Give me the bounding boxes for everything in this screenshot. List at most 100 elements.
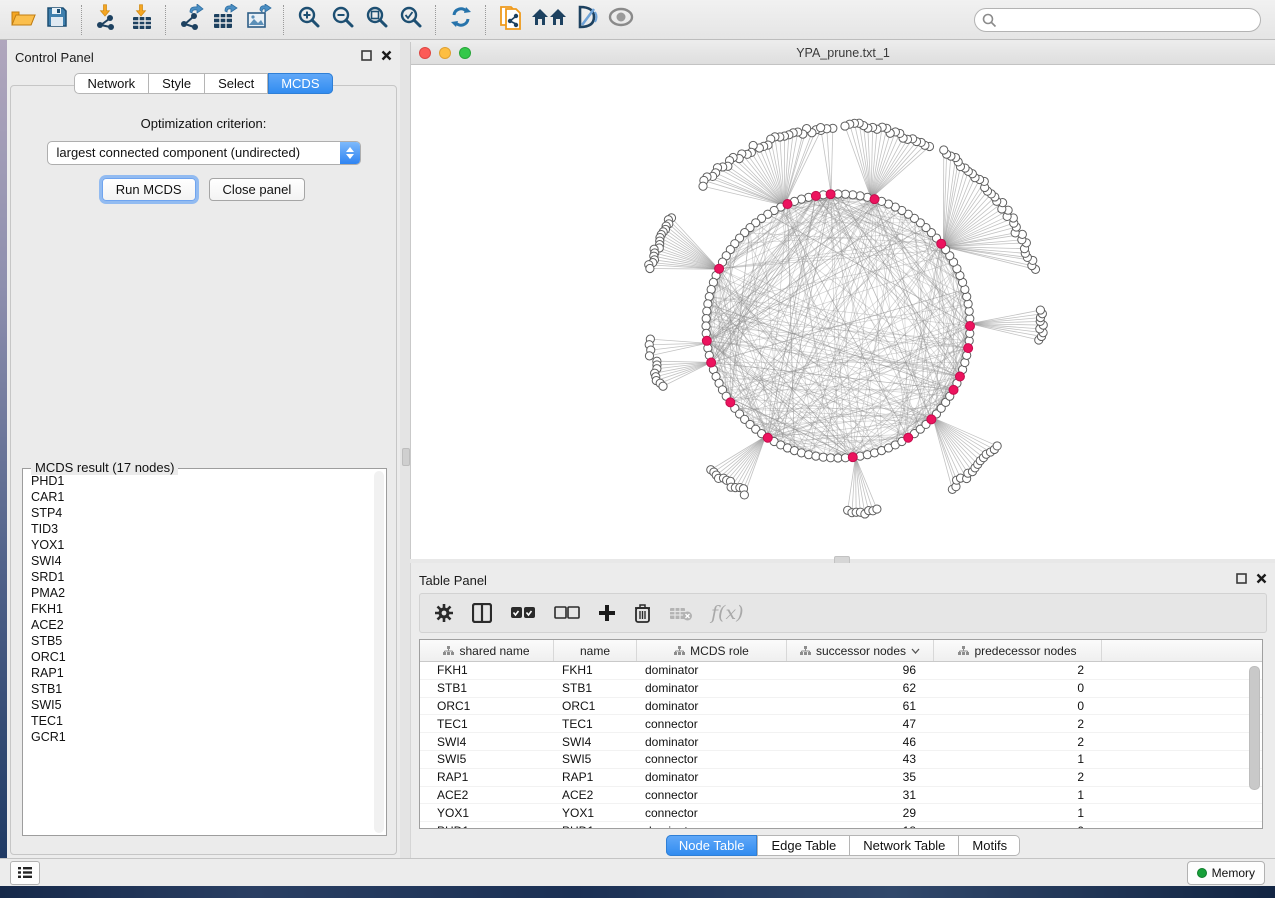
cell-successor_nodes[interactable]: 43	[787, 752, 934, 766]
birds-eye-view-button[interactable]	[604, 4, 638, 36]
cell-mcds_role[interactable]: dominator	[637, 663, 787, 677]
tab-motifs[interactable]: Motifs	[958, 835, 1020, 856]
cell-successor_nodes[interactable]: 47	[787, 717, 934, 731]
add-column-button[interactable]	[598, 604, 616, 622]
zoom-fit-button[interactable]	[360, 4, 394, 36]
cell-name[interactable]: ORC1	[554, 699, 637, 713]
tab-network[interactable]: Network	[74, 73, 148, 94]
column-header-shared-name[interactable]: shared name	[420, 640, 554, 661]
deselect-all-button[interactable]	[554, 606, 580, 620]
cell-mcds_role[interactable]: connector	[637, 752, 787, 766]
cell-name[interactable]: RAP1	[554, 770, 637, 784]
float-panel-icon[interactable]	[361, 48, 372, 66]
table-row[interactable]: YOX1YOX1connector291	[420, 804, 1262, 822]
cell-shared_name[interactable]: YOX1	[420, 806, 554, 820]
result-list-scrollbar[interactable]	[374, 471, 384, 833]
column-header-MCDS-role[interactable]: MCDS role	[637, 640, 787, 661]
table-row[interactable]: STB1STB1dominator620	[420, 680, 1262, 698]
table-row[interactable]: RAP1RAP1dominator352	[420, 769, 1262, 787]
cell-predecessor_nodes[interactable]: 2	[934, 663, 1102, 677]
cell-shared_name[interactable]: TEC1	[420, 717, 554, 731]
column-header-successor-nodes[interactable]: successor nodes	[787, 640, 934, 661]
cell-shared_name[interactable]: RAP1	[420, 770, 554, 784]
select-all-button[interactable]	[510, 606, 536, 620]
cell-name[interactable]: STB1	[554, 681, 637, 695]
node-table[interactable]: shared namenameMCDS rolesuccessor nodesp…	[419, 639, 1263, 829]
cell-shared_name[interactable]: SWI4	[420, 735, 554, 749]
cell-mcds_role[interactable]: dominator	[637, 770, 787, 784]
zoom-out-button[interactable]	[326, 4, 360, 36]
cell-predecessor_nodes[interactable]: 2	[934, 717, 1102, 731]
tab-network-table[interactable]: Network Table	[849, 835, 958, 856]
cell-shared_name[interactable]: PHD1	[420, 824, 554, 829]
cell-successor_nodes[interactable]: 35	[787, 770, 934, 784]
export-network-button[interactable]	[174, 4, 208, 36]
clone-network-button[interactable]	[494, 4, 528, 36]
cell-mcds_role[interactable]: connector	[637, 717, 787, 731]
float-panel-icon[interactable]	[1236, 571, 1247, 589]
close-panel-icon[interactable]	[1256, 571, 1267, 589]
cell-successor_nodes[interactable]: 46	[787, 735, 934, 749]
cell-predecessor_nodes[interactable]: 1	[934, 788, 1102, 802]
cell-shared_name[interactable]: SWI5	[420, 752, 554, 766]
cell-name[interactable]: SWI5	[554, 752, 637, 766]
tab-mcds[interactable]: MCDS	[267, 73, 332, 94]
table-row[interactable]: ACE2ACE2connector311	[420, 787, 1262, 805]
function-builder-button[interactable]: f(x)	[711, 602, 744, 624]
table-row[interactable]: SWI4SWI4dominator462	[420, 733, 1262, 751]
table-settings-button[interactable]	[434, 603, 454, 623]
cell-name[interactable]: TEC1	[554, 717, 637, 731]
cell-predecessor_nodes[interactable]: 2	[934, 735, 1102, 749]
run-mcds-button[interactable]: Run MCDS	[102, 178, 196, 201]
cell-shared_name[interactable]: FKH1	[420, 663, 554, 677]
network-canvas[interactable]	[411, 65, 1274, 559]
cell-predecessor_nodes[interactable]: 1	[934, 806, 1102, 820]
cell-successor_nodes[interactable]: 61	[787, 699, 934, 713]
cell-predecessor_nodes[interactable]: 0	[934, 824, 1102, 829]
zoom-in-button[interactable]	[292, 4, 326, 36]
split-panel-button[interactable]	[472, 603, 492, 623]
import-network-button[interactable]	[90, 4, 124, 36]
cell-successor_nodes[interactable]: 29	[787, 806, 934, 820]
cell-predecessor_nodes[interactable]: 0	[934, 699, 1102, 713]
cell-mcds_role[interactable]: dominator	[637, 824, 787, 829]
tab-select[interactable]: Select	[204, 73, 267, 94]
memory-button[interactable]: Memory	[1187, 861, 1265, 885]
column-header-predecessor-nodes[interactable]: predecessor nodes	[934, 640, 1102, 661]
table-row[interactable]: SWI5SWI5connector431	[420, 751, 1262, 769]
table-row[interactable]: ORC1ORC1dominator610	[420, 698, 1262, 716]
cell-successor_nodes[interactable]: 96	[787, 663, 934, 677]
cell-predecessor_nodes[interactable]: 0	[934, 681, 1102, 695]
table-row[interactable]: PHD1PHD1dominator180	[420, 822, 1262, 829]
cell-name[interactable]: FKH1	[554, 663, 637, 677]
tab-style[interactable]: Style	[148, 73, 204, 94]
tab-edge-table[interactable]: Edge Table	[757, 835, 849, 856]
cell-mcds_role[interactable]: dominator	[637, 699, 787, 713]
cell-shared_name[interactable]: ACE2	[420, 788, 554, 802]
save-session-button[interactable]	[40, 4, 74, 36]
cell-mcds_role[interactable]: connector	[637, 806, 787, 820]
cell-name[interactable]: ACE2	[554, 788, 637, 802]
close-panel-button[interactable]: Close panel	[209, 178, 306, 201]
zoom-selected-button[interactable]	[394, 4, 428, 36]
optimization-criterion-select[interactable]: largest connected component (undirected)	[47, 141, 361, 165]
cell-mcds_role[interactable]: connector	[637, 788, 787, 802]
import-table-button[interactable]	[124, 4, 158, 36]
minimize-window-icon[interactable]	[439, 47, 451, 59]
network-window-titlebar[interactable]: YPA_prune.txt_1	[411, 42, 1275, 65]
cell-successor_nodes[interactable]: 18	[787, 824, 934, 829]
cell-mcds_role[interactable]: dominator	[637, 681, 787, 695]
close-panel-icon[interactable]	[381, 48, 392, 66]
export-image-button[interactable]	[242, 4, 276, 36]
tab-node-table[interactable]: Node Table	[666, 835, 758, 856]
hide-graphics-details-button[interactable]	[570, 4, 604, 36]
search-input[interactable]	[974, 8, 1261, 32]
delete-table-button[interactable]	[669, 605, 693, 621]
task-history-button[interactable]	[10, 861, 40, 885]
network-overview-button[interactable]	[528, 4, 570, 36]
cell-name[interactable]: YOX1	[554, 806, 637, 820]
cell-predecessor_nodes[interactable]: 2	[934, 770, 1102, 784]
splitter-grip[interactable]	[402, 448, 410, 466]
cell-successor_nodes[interactable]: 62	[787, 681, 934, 695]
close-window-icon[interactable]	[419, 47, 431, 59]
